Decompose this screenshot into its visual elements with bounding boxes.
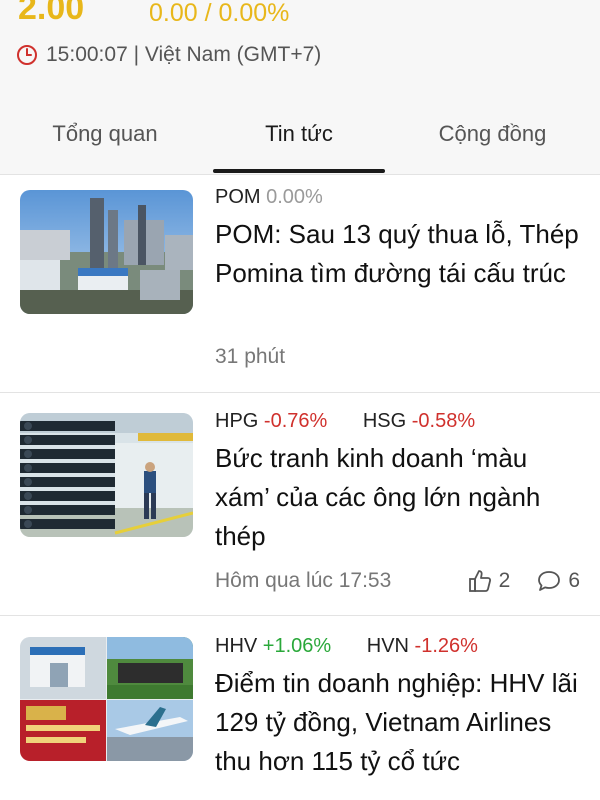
news-title[interactable]: POM: Sau 13 quý thua lỗ, Thép Pomina tìm… — [215, 215, 585, 293]
ticker-tag[interactable]: HPG -0.76% — [215, 410, 327, 432]
business-collage-image — [20, 637, 193, 761]
news-tickers: HHV +1.06% HVN -1.26% — [215, 632, 508, 660]
news-item[interactable]: POM 0.00% POM: Sau 13 quý thua lỗ, Thép … — [0, 175, 600, 392]
market-time: 15:00:07 | Việt Nam (GMT+7) — [16, 41, 321, 69]
ticker-tag[interactable]: HHV +1.06% — [215, 635, 331, 657]
news-thumbnail[interactable] — [20, 637, 193, 761]
tab-overview[interactable]: Tổng quan — [30, 114, 180, 154]
news-tickers: POM 0.00% — [215, 183, 353, 211]
market-time-text: 15:00:07 | Việt Nam (GMT+7) — [46, 43, 322, 66]
news-title[interactable]: Bức tranh kinh doanh ‘màu xám’ của các ô… — [215, 439, 585, 556]
tab-news[interactable]: Tin tức — [213, 114, 385, 154]
news-time: 31 phút — [215, 345, 286, 368]
comment-count: 6 — [568, 569, 580, 592]
like-icon[interactable] — [467, 568, 493, 594]
tab-bar: Tổng quan Tin tức Cộng đồng — [0, 104, 600, 174]
news-tickers: HPG -0.76% HSG -0.58% — [215, 407, 505, 435]
news-title[interactable]: Điểm tin doanh nghiệp: HHV lãi 129 tỷ đồ… — [215, 664, 585, 781]
news-thumbnail[interactable] — [20, 413, 193, 537]
clock-icon — [16, 44, 38, 66]
steel-pipes-image — [20, 413, 193, 537]
news-thumbnail[interactable] — [20, 190, 193, 314]
stock-header: 2.00 0.00 / 0.00% 15:00:07 | Việt Nam (G… — [0, 0, 600, 175]
ticker-tag[interactable]: POM 0.00% — [215, 186, 323, 208]
like-count: 2 — [498, 569, 511, 592]
steel-plant-image — [20, 190, 193, 314]
comment-icon[interactable] — [536, 568, 562, 594]
news-item[interactable]: HPG -0.76% HSG -0.58% Bức tranh kinh doa… — [0, 393, 600, 615]
ticker-tag[interactable]: HVN -1.26% — [367, 635, 478, 657]
news-time: Hôm qua lúc 17:53 — [215, 569, 392, 592]
stock-change: 0.00 / 0.00% — [149, 0, 290, 27]
news-item[interactable]: HHV +1.06% HVN -1.26% Điểm tin doanh ngh… — [0, 616, 600, 800]
stock-price: 2.00 — [18, 0, 85, 27]
news-engagement: 2 6 — [467, 566, 580, 596]
active-tab-indicator — [213, 169, 385, 173]
ticker-tag[interactable]: HSG -0.58% — [363, 410, 475, 432]
tab-community[interactable]: Cộng đồng — [410, 114, 575, 154]
